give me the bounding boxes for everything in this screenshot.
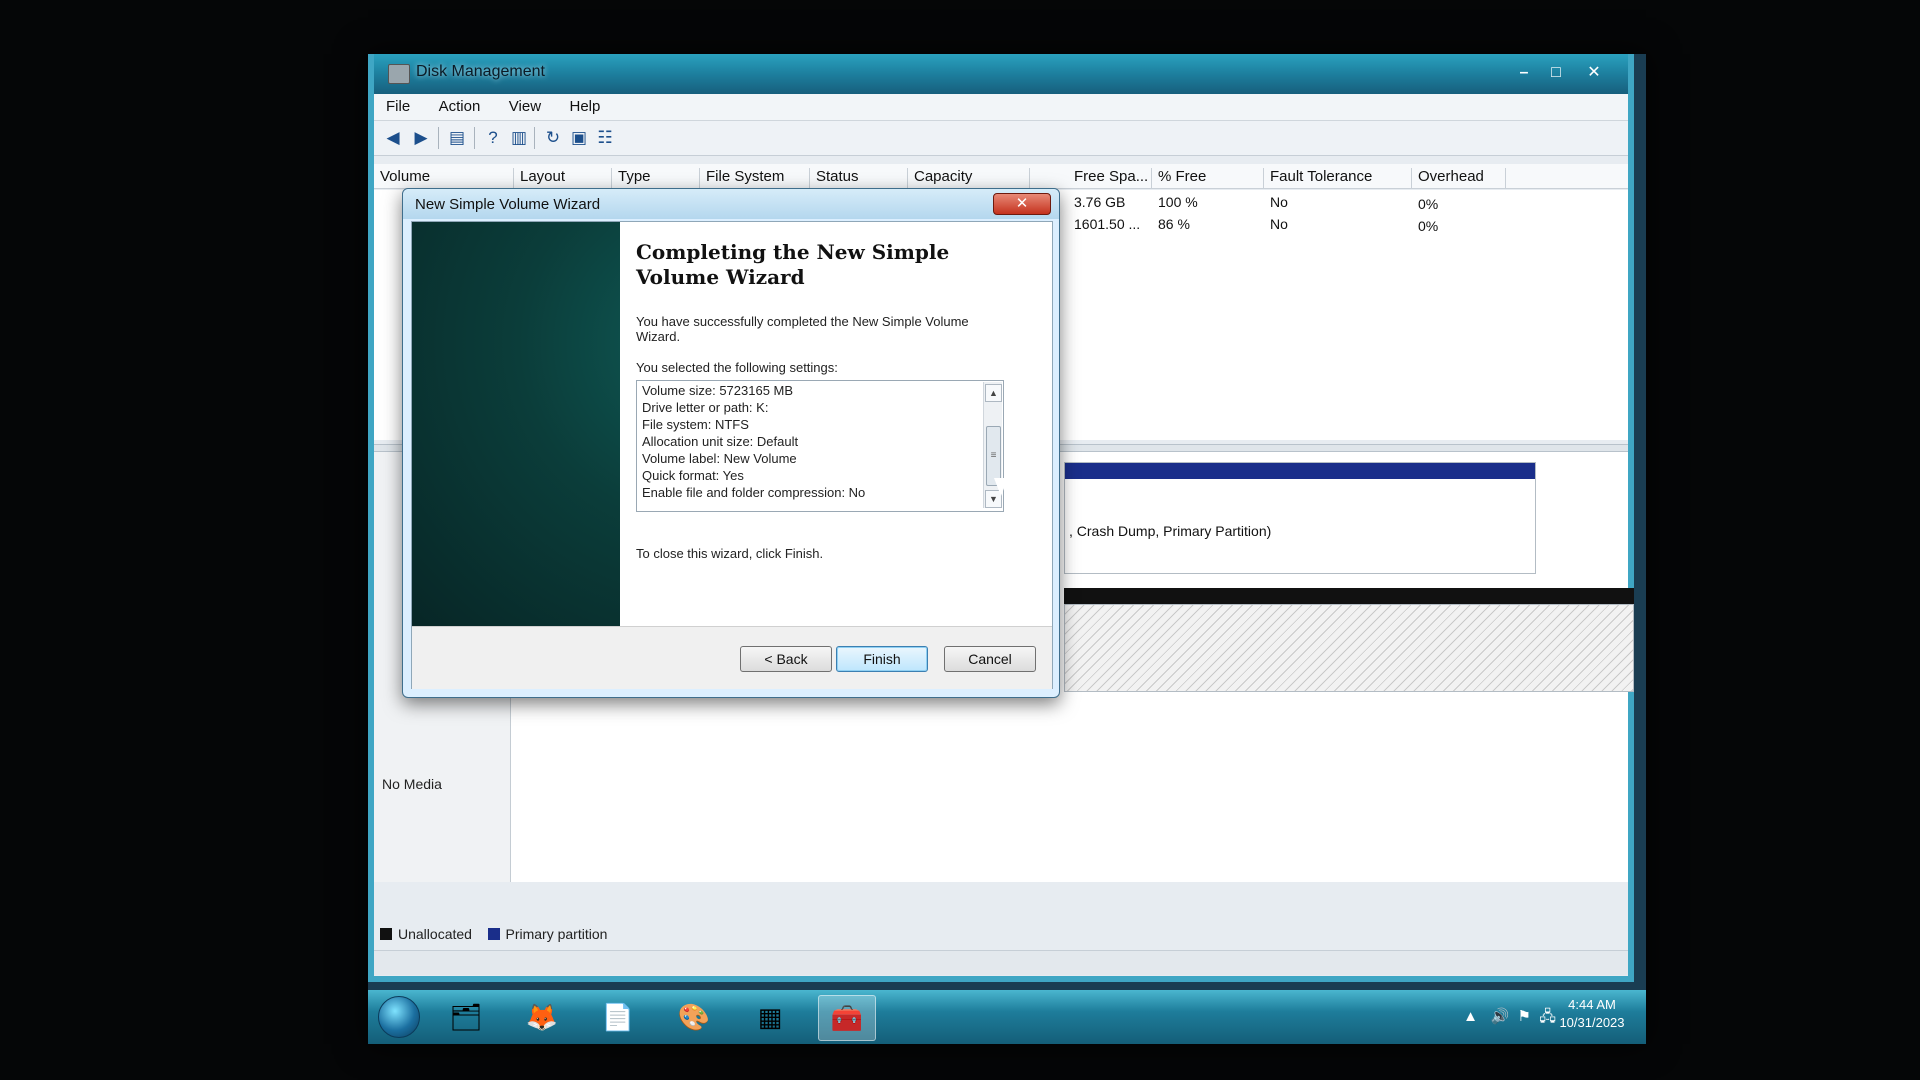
status-bar	[374, 950, 1628, 975]
clock-time: 4:44 AM	[1568, 997, 1616, 1012]
overhead-cell: 0%	[1418, 196, 1439, 212]
col-file-system[interactable]: File System	[700, 168, 810, 188]
wizard-body: Completing the New Simple Volume Wizard …	[411, 221, 1053, 689]
partition-box[interactable]: , Crash Dump, Primary Partition)	[1064, 462, 1536, 574]
scroll-thumb[interactable]: ≡	[986, 426, 1001, 486]
start-button[interactable]	[378, 996, 420, 1038]
unallocated-space[interactable]	[1064, 604, 1634, 692]
window-title: Disk Management	[416, 63, 545, 80]
setting-volume-label: Volume label: New Volume	[642, 451, 797, 466]
back-button[interactable]: < Back	[740, 646, 832, 672]
menu-help[interactable]: Help	[557, 94, 612, 119]
minimize-button[interactable]: –	[1510, 62, 1538, 84]
free-space-cell: 1601.50 ...	[1074, 216, 1141, 232]
refresh-icon[interactable]: ↻	[542, 127, 564, 149]
unallocated-bar	[1064, 588, 1634, 604]
computer-management-icon[interactable]: 🧰	[818, 995, 876, 1041]
action-center-flag-icon[interactable]: ⚑	[1517, 1008, 1530, 1025]
maximize-button[interactable]: □	[1542, 62, 1570, 84]
cancel-button[interactable]: Cancel	[944, 646, 1036, 672]
menu-file[interactable]: File	[374, 94, 422, 119]
setting-file-system: File system: NTFS	[642, 417, 749, 432]
unallocated-swatch	[380, 928, 392, 940]
new-simple-volume-wizard: New Simple Volume Wizard ✕ Completing th…	[402, 188, 1060, 698]
menu-view[interactable]: View	[497, 94, 553, 119]
disk-management-icon	[388, 64, 410, 84]
col-layout[interactable]: Layout	[514, 168, 612, 188]
screen: Disk Management – □ ✕ File Action View H…	[368, 54, 1646, 1044]
system-tray: ▲ 🔊 ⚑ 🖧	[1463, 1006, 1556, 1031]
primary-partition-bar	[1065, 463, 1535, 479]
wizard-footer: < Back Finish Cancel	[412, 626, 1052, 689]
notepad-icon[interactable]: 📄	[590, 995, 646, 1039]
finish-button[interactable]: Finish	[836, 646, 928, 672]
clock-date: 10/31/2023	[1559, 1015, 1625, 1030]
title-bar[interactable]: Disk Management – □ ✕	[374, 54, 1628, 94]
setting-compression: Enable file and folder compression: No	[642, 485, 866, 500]
firefox-icon[interactable]: 🦊	[514, 995, 570, 1039]
percent-free-cell: 86 %	[1158, 216, 1190, 232]
control-panel-icon[interactable]: ▦	[742, 995, 798, 1039]
primary-partition-swatch	[487, 928, 500, 940]
settings-label: You selected the following settings:	[636, 360, 838, 375]
wizard-side-banner	[412, 222, 620, 626]
scroll-up-icon[interactable]: ▲	[985, 384, 1002, 402]
col-type[interactable]: Type	[612, 168, 700, 188]
wizard-title-bar[interactable]: New Simple Volume Wizard ✕	[403, 189, 1059, 219]
partition-description: , Crash Dump, Primary Partition)	[1069, 523, 1272, 539]
no-media-label: No Media	[382, 776, 442, 792]
rescan-disks-icon[interactable]: ▣	[568, 127, 590, 149]
wizard-intro: You have successfully completed the New …	[636, 314, 969, 344]
settings-list-icon[interactable]: ☷	[594, 127, 616, 149]
toolbar-separator	[438, 127, 439, 149]
col-status[interactable]: Status	[810, 168, 908, 188]
setting-drive-letter: Drive letter or path: K:	[642, 400, 769, 415]
legend-unallocated: Unallocated	[398, 926, 472, 942]
free-space-cell: 3.76 GB	[1074, 194, 1126, 210]
volume-list-header: Volume Layout Type File System Status Ca…	[374, 164, 1628, 189]
wizard-heading: Completing the New Simple Volume Wizard	[636, 240, 950, 289]
clock[interactable]: 4:44 AM 10/31/2023	[1552, 996, 1632, 1032]
file-explorer-icon[interactable]: 🗂	[438, 995, 494, 1039]
fault-tolerance-cell: No	[1270, 194, 1288, 210]
taskbar: 🗂 🦊 📄 🎨 ▦ 🧰 ▲ 🔊 ⚑ 🖧 4:44 AM 10/31/2023	[368, 990, 1646, 1044]
help-icon[interactable]: ?	[482, 127, 504, 149]
setting-quick-format: Quick format: Yes	[642, 468, 744, 483]
wizard-close-button[interactable]: ✕	[993, 193, 1051, 215]
menu-bar: File Action View Help	[374, 94, 1628, 121]
close-instruction: To close this wizard, click Finish.	[636, 546, 824, 561]
volume-icon[interactable]: 🔊	[1490, 1008, 1509, 1025]
col-overhead[interactable]: Overhead	[1412, 168, 1506, 188]
wizard-title: New Simple Volume Wizard	[415, 196, 601, 213]
paint-icon[interactable]: 🎨	[666, 995, 722, 1039]
legend: Unallocated Primary partition	[380, 926, 607, 948]
menu-action[interactable]: Action	[427, 94, 493, 119]
properties-icon[interactable]: ▥	[508, 127, 530, 149]
legend-primary-partition: Primary partition	[505, 926, 608, 942]
settings-summary-box[interactable]: Volume size: 5723165 MB Drive letter or …	[636, 380, 1004, 512]
col-volume[interactable]: Volume	[374, 168, 514, 188]
percent-free-cell: 100 %	[1158, 194, 1198, 210]
tray-expand-icon[interactable]: ▲	[1463, 1008, 1478, 1025]
col-capacity[interactable]: Capacity	[908, 168, 1030, 188]
close-button[interactable]: ✕	[1580, 62, 1608, 84]
forward-arrow-icon[interactable]: ▶	[410, 127, 432, 149]
show-hide-tree-icon[interactable]: ▤	[446, 127, 468, 149]
col-free-space[interactable]: Free Spa...	[1068, 168, 1152, 188]
toolbar-separator	[534, 127, 535, 149]
toolbar: ◀ ▶ ▤ ? ▥ ↻ ▣ ☷	[374, 121, 1628, 156]
fault-tolerance-cell: No	[1270, 216, 1288, 232]
setting-allocation-unit: Allocation unit size: Default	[642, 434, 799, 449]
toolbar-separator	[474, 127, 475, 149]
col-fault-tolerance[interactable]: Fault Tolerance	[1264, 168, 1412, 188]
mouse-cursor-icon	[994, 478, 1008, 496]
col-percent-free[interactable]: % Free	[1152, 168, 1264, 188]
overhead-cell: 0%	[1418, 218, 1439, 234]
back-arrow-icon[interactable]: ◀	[382, 127, 404, 149]
setting-volume-size: Volume size: 5723165 MB	[642, 383, 794, 398]
